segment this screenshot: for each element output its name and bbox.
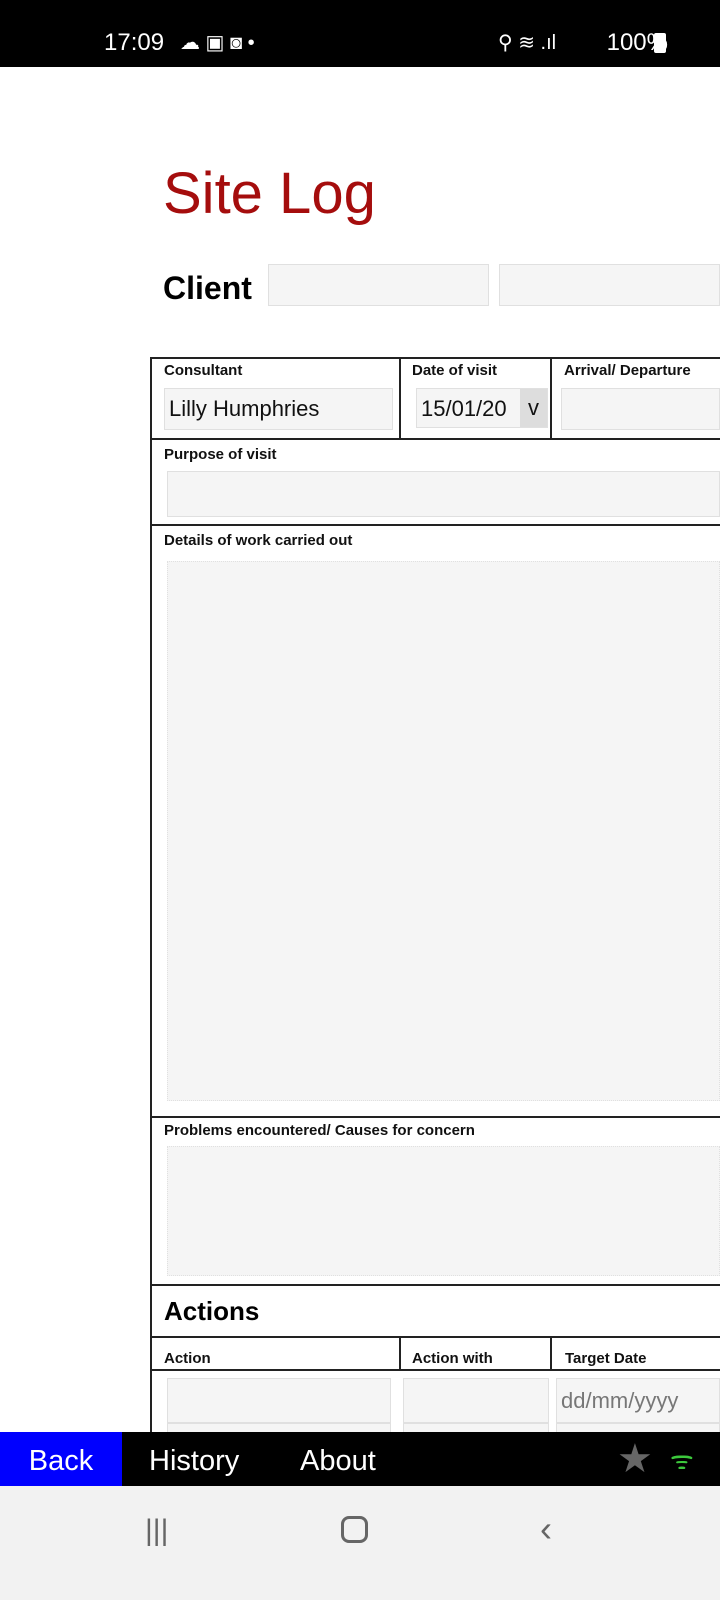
client-label: Client [163, 270, 252, 306]
problems-label: Problems encountered/ Causes for concern [164, 1122, 475, 1139]
battery-icon [654, 33, 666, 53]
recent-apps-icon[interactable]: ||| [145, 1514, 168, 1548]
details-textarea[interactable] [167, 561, 720, 1101]
column-action: Action [164, 1350, 211, 1367]
purpose-label: Purpose of visit [164, 446, 277, 463]
back-button[interactable]: Back [0, 1432, 122, 1486]
details-label: Details of work carried out [164, 532, 353, 549]
bottom-menu-bar: Back History About ★ ᯤ [0, 1432, 720, 1486]
arrival-input[interactable] [561, 388, 720, 430]
signal-icons: ⚲ ≋ .ıl [498, 32, 557, 54]
action-with-input[interactable] [403, 1378, 549, 1423]
arrival-label: Arrival/ Departure [564, 362, 691, 379]
history-button[interactable]: History [149, 1432, 239, 1486]
date-dropdown-button[interactable]: v [520, 389, 547, 427]
star-icon[interactable]: ★ [617, 1432, 653, 1486]
problems-textarea[interactable] [167, 1146, 720, 1276]
action-input[interactable] [167, 1378, 391, 1423]
consultant-input[interactable]: Lilly Humphries [164, 388, 393, 430]
page-title: Site Log [163, 161, 376, 226]
system-nav-bar: ||| ‹ [0, 1486, 720, 1600]
home-icon[interactable] [341, 1516, 368, 1543]
consultant-label: Consultant [164, 362, 243, 379]
back-nav-icon[interactable]: ‹ [540, 1508, 552, 1550]
purpose-input[interactable] [167, 471, 720, 517]
clock: 17:09 [104, 29, 165, 56]
column-target-date: Target Date [565, 1350, 647, 1367]
client-input-1[interactable] [268, 264, 489, 306]
wifi-icon: ᯤ [670, 1445, 694, 1475]
column-action-with: Action with [412, 1350, 493, 1367]
status-bar: 17:09 ☁ ▣ ◙ • ⚲ ≋ .ıl 100% [0, 0, 720, 67]
target-date-input[interactable]: dd/mm/yyyy [556, 1378, 720, 1423]
actions-heading: Actions [164, 1296, 260, 1326]
date-label: Date of visit [412, 362, 498, 379]
notification-icons: ☁ ▣ ◙ • [180, 32, 255, 54]
date-input[interactable]: 15/01/20 v [416, 388, 548, 428]
client-input-2[interactable] [499, 264, 720, 306]
date-value: 15/01/20 [421, 396, 507, 421]
about-button[interactable]: About [300, 1432, 376, 1486]
